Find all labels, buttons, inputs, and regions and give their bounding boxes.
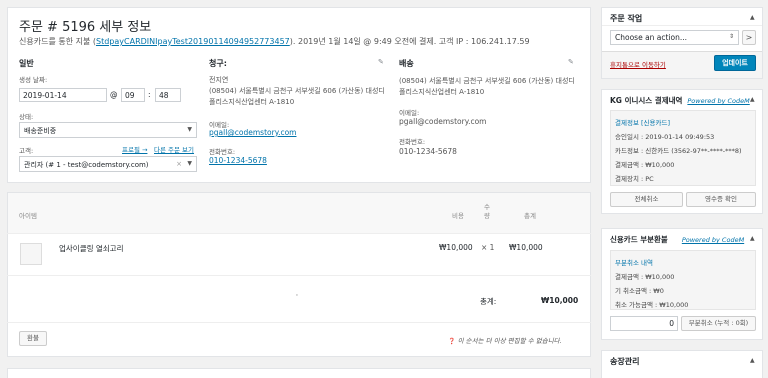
placeholder-dot: ' — [296, 293, 298, 301]
col-item-header: 아이템 — [19, 212, 37, 220]
kg-payment-heading: KG 이니시스 결제내역 Powered by CodeM — [610, 95, 750, 106]
order-actions-heading: 주문 작업 — [610, 14, 643, 23]
not-editable-note: ❓ 이 순서는 더 이상 편집할 수 없습니다. — [448, 335, 562, 345]
order-meta: 신용카드를 통한 지불 (StdpayCARDINIpayTest2019011… — [19, 36, 530, 47]
edit-shipping-icon[interactable]: ✎ — [568, 58, 574, 66]
order-total-value: ₩10,000 — [541, 296, 579, 305]
approved-at: 승인일시 : 2019-01-14 09:49:53 — [615, 133, 715, 141]
shipping-phone-label: 전화번호: — [399, 138, 426, 146]
partial-refund-heading: 신용카드 부분환불 Powered by CodeM — [610, 234, 744, 245]
kg-amount: 결제금액 : ₩10,000 — [615, 161, 675, 169]
meta-prefix: 신용카드를 통한 지불 ( — [19, 37, 96, 46]
profile-link[interactable]: 프로필 → — [122, 144, 147, 154]
billing-address-line2: 폴리스지식산업센터 A-1810 — [209, 98, 295, 106]
chevron-down-icon: ▼ — [187, 126, 192, 133]
divider — [602, 25, 762, 26]
next-panel — [7, 368, 591, 378]
item-total: ₩10,000 — [509, 243, 543, 252]
customer-select[interactable]: 관리자 (# 1 - test@codemstory.com) × ▼ — [19, 156, 197, 172]
go-button[interactable]: > — [742, 30, 756, 45]
customer-label: 고객: — [19, 147, 34, 155]
shipping-email-label: 이메일: — [399, 109, 420, 117]
status-label: 상태: — [19, 113, 34, 121]
collapse-icon[interactable]: ▲ — [750, 14, 755, 21]
col-total-header: 총계 — [524, 212, 536, 220]
info-icon: ❓ — [448, 338, 456, 345]
divider — [7, 275, 591, 276]
billing-name: 전지연 — [209, 76, 229, 84]
collapse-icon[interactable]: ▲ — [750, 235, 755, 242]
billing-address-line1: (08504) 서울특별시 금천구 서부샛길 606 (가산동) 대성디 — [209, 87, 385, 95]
shipping-heading: 배송 — [399, 59, 414, 68]
hour-input[interactable]: 09 — [121, 88, 145, 102]
col-qty-header: 수량 — [484, 203, 490, 220]
receipt-button[interactable]: 영수증 확인 — [686, 192, 756, 207]
col-cost-header: 비용 — [452, 212, 464, 220]
powered-by-link[interactable]: Powered by CodeM — [682, 236, 744, 244]
refund-button[interactable]: 환불 — [19, 331, 47, 346]
customer-value: 관리자 (# 1 - test@codemstory.com) — [24, 161, 149, 169]
minute-input[interactable]: 48 — [155, 88, 181, 102]
item-qty: × 1 — [481, 243, 495, 252]
order-total-label: 총계: — [480, 297, 497, 306]
divider — [7, 233, 591, 234]
payment-device: 결제장치 : PC — [615, 175, 654, 183]
shipping-address-line2: 폴리스지식산업센터 A-1810 — [399, 88, 485, 96]
kg-heading-text: KG 이니시스 결제내역 — [610, 96, 683, 105]
at-sign: @ — [110, 90, 118, 99]
date-input[interactable]: 2019-01-14 — [19, 88, 107, 102]
partial-refund-button[interactable]: 부분취소 (누적 : 0회) — [681, 316, 756, 331]
billing-phone-label: 전화번호: — [209, 148, 236, 156]
billing-phone[interactable]: 010-1234-5678 — [209, 156, 267, 165]
update-button[interactable]: 업데이트 — [714, 55, 756, 71]
page-title: 주문 # 5196 세부 정보 — [19, 20, 152, 35]
item-name: 업사이클링 열쇠고리 — [59, 244, 124, 253]
general-heading: 일반 — [19, 59, 34, 68]
shipping-address-line1: (08504) 서울특별시 금천구 서부샛길 606 (가산동) 대성디 — [399, 77, 575, 85]
cancel-all-button[interactable]: 전체취소 — [610, 192, 683, 207]
chevron-updown-icon: ⇕ — [728, 33, 734, 40]
item-cost: ₩10,000 — [439, 243, 473, 252]
refund-amount: 결제금액 : ₩10,000 — [615, 273, 675, 281]
time-separator: : — [148, 90, 151, 99]
invoice-heading: 송장관리 — [610, 357, 640, 366]
powered-by-link[interactable]: Powered by CodeM — [687, 97, 749, 105]
status-value: 배송준비중 — [24, 127, 57, 135]
divider — [7, 322, 591, 323]
meta-suffix: ). 2019년 1월 14일 @ 9:49 오전에 결제. 고객 IP : 1… — [289, 37, 530, 46]
edit-billing-icon[interactable]: ✎ — [378, 58, 384, 66]
card-info: 카드정보 : 신한카드 (3562-97**-****-***8) — [615, 147, 742, 155]
billing-heading: 청구: — [209, 59, 227, 68]
transaction-link[interactable]: StdpayCARDINIpayTest20190114094952773457 — [96, 37, 290, 46]
billing-email[interactable]: pgall@codemstory.com — [209, 128, 296, 137]
shipping-email: pgall@codemstory.com — [399, 117, 487, 126]
partial-section-title[interactable]: 부분취소 내역 — [615, 257, 653, 267]
collapse-icon[interactable]: ▲ — [750, 96, 755, 103]
refund-heading-text: 신용카드 부분환불 — [610, 235, 668, 244]
order-action-value: Choose an action... — [615, 33, 688, 42]
shipping-phone: 010-1234-5678 — [399, 147, 457, 156]
collapse-icon[interactable]: ▲ — [750, 357, 755, 364]
cancellable-amount: 취소 가능금액 : ₩10,000 — [615, 301, 689, 309]
move-to-trash-link[interactable]: 휴지통으로 이동하기 — [610, 59, 666, 69]
note-text: 이 순서는 더 이상 편집할 수 없습니다. — [457, 337, 562, 345]
items-header-bg — [8, 193, 590, 233]
partial-refund-input[interactable]: 0 — [610, 316, 678, 331]
clear-icon[interactable]: × — [176, 160, 182, 168]
product-thumbnail — [20, 243, 42, 265]
already-cancelled: 기 취소금액 : ₩0 — [615, 287, 664, 295]
other-orders-link[interactable]: 다른 주문 보기 — [154, 144, 194, 154]
date-label: 생성 날짜: — [19, 76, 48, 84]
status-select[interactable]: 배송준비중 ▼ — [19, 122, 197, 138]
chevron-down-icon: ▼ — [187, 160, 192, 167]
order-action-select[interactable]: Choose an action... ⇕ — [610, 30, 739, 45]
kg-section-title[interactable]: 결제정보 [신용카드] — [615, 117, 670, 127]
